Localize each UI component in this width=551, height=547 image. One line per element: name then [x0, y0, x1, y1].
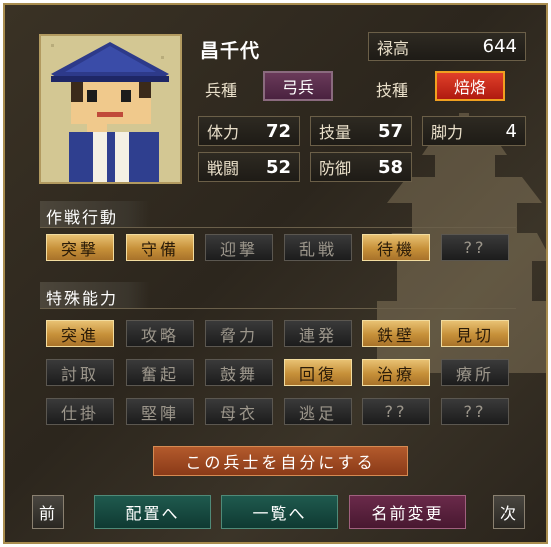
stat-stamina: 体力 72: [198, 116, 300, 146]
ability-button[interactable]: 鉄壁: [362, 320, 430, 347]
ability-button[interactable]: 鼓舞: [205, 359, 273, 386]
tactic-button[interactable]: 守備: [126, 234, 194, 261]
placement-button[interactable]: 配置へ: [94, 495, 211, 529]
stipend-box: 禄高 644: [368, 32, 526, 61]
stipend-label: 禄高: [377, 38, 410, 58]
ability-button[interactable]: 母衣: [205, 398, 273, 425]
troop-type-label: 兵種: [205, 81, 238, 100]
character-portrait: [39, 34, 182, 184]
tactic-button[interactable]: ??: [441, 234, 509, 261]
stat-value: 58: [377, 156, 403, 178]
stat-legpower: 脚力 4: [422, 116, 526, 146]
section-divider: [40, 308, 516, 309]
next-button[interactable]: 次: [493, 495, 525, 529]
troop-type-tag: 弓兵: [263, 71, 333, 101]
soldier-portrait-image: [41, 36, 180, 182]
skill-type-label: 技種: [376, 81, 409, 100]
section-divider: [40, 227, 516, 228]
stat-label: 脚力: [431, 123, 464, 142]
ability-button[interactable]: 治療: [362, 359, 430, 386]
ability-button[interactable]: ??: [441, 398, 509, 425]
stat-label: 技量: [319, 123, 352, 142]
ability-button[interactable]: 連発: [284, 320, 352, 347]
character-status-panel: 昌千代 禄高 644 兵種 弓兵 技種 焙烙 体力 72 技量 57 脚力 4 …: [3, 3, 548, 544]
stat-label: 体力: [207, 123, 240, 142]
ability-button[interactable]: 回復: [284, 359, 352, 386]
stat-value: 57: [377, 120, 403, 142]
stat-label: 防御: [319, 159, 352, 178]
tactics-section-title: 作戦行動: [40, 201, 150, 227]
tactic-button[interactable]: 迎撃: [205, 234, 273, 261]
skill-type-tag: 焙烙: [435, 71, 505, 101]
ability-button[interactable]: 奮起: [126, 359, 194, 386]
ability-button[interactable]: 堅陣: [126, 398, 194, 425]
ability-button[interactable]: 逃足: [284, 398, 352, 425]
ability-button[interactable]: 見切: [441, 320, 509, 347]
stat-value: 4: [505, 120, 517, 142]
stat-value: 72: [265, 120, 291, 142]
stat-value: 52: [265, 156, 291, 178]
stat-label: 戦闘: [207, 159, 240, 178]
character-name: 昌千代: [200, 40, 261, 62]
ability-button[interactable]: 討取: [46, 359, 114, 386]
list-button[interactable]: 一覧へ: [221, 495, 338, 529]
make-own-soldier-button[interactable]: この兵士を自分にする: [153, 446, 408, 476]
ability-button[interactable]: ??: [362, 398, 430, 425]
ability-button[interactable]: 仕掛: [46, 398, 114, 425]
ability-button[interactable]: 療所: [441, 359, 509, 386]
stat-defense: 防御 58: [310, 152, 412, 182]
prev-button[interactable]: 前: [32, 495, 64, 529]
tactic-button[interactable]: 突撃: [46, 234, 114, 261]
stat-combat: 戦闘 52: [198, 152, 300, 182]
stat-technique: 技量 57: [310, 116, 412, 146]
ability-button[interactable]: 攻略: [126, 320, 194, 347]
tactic-button[interactable]: 乱戦: [284, 234, 352, 261]
rename-button[interactable]: 名前変更: [349, 495, 466, 529]
stipend-value: 644: [482, 36, 517, 57]
ability-button[interactable]: 脅力: [205, 320, 273, 347]
abilities-section-title: 特殊能力: [40, 282, 150, 308]
ability-button[interactable]: 突進: [46, 320, 114, 347]
tactic-button[interactable]: 待機: [362, 234, 430, 261]
